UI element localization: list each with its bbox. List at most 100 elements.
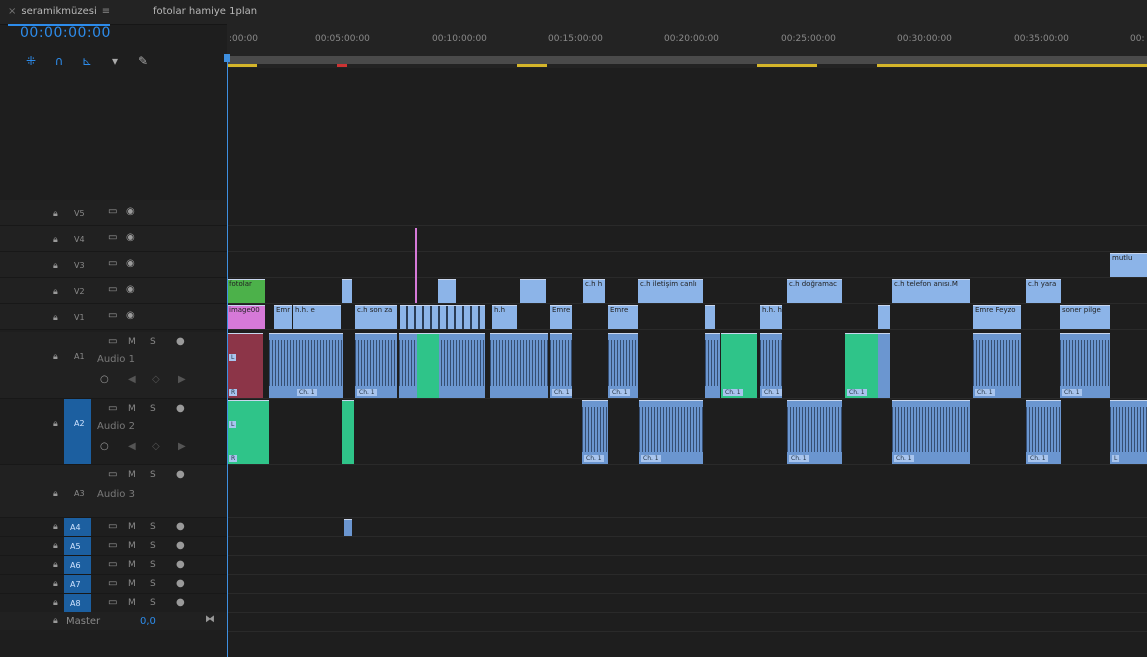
clip[interactable]: Emr <box>274 305 292 329</box>
clip[interactable]: Emre <box>608 305 638 329</box>
lock-icon[interactable]: 🔒︎ <box>53 560 62 570</box>
microphone-icon[interactable]: ● <box>176 403 185 414</box>
audio-clip[interactable]: L <box>1110 400 1147 464</box>
film-toggle-icon[interactable]: ▭ <box>108 232 117 243</box>
clip[interactable]: c.h iletişim canlı <box>638 279 703 303</box>
clip[interactable]: h.h. h <box>760 305 782 329</box>
lock-icon[interactable]: 🔒︎ <box>53 598 62 608</box>
clip[interactable] <box>878 305 890 329</box>
lock-icon[interactable]: 🔒︎ <box>53 313 62 323</box>
clip[interactable]: Emre <box>550 305 572 329</box>
audio-clip[interactable]: Ch. 1 <box>355 333 397 398</box>
lane-a4[interactable] <box>227 518 1147 537</box>
mute-button[interactable]: M <box>128 470 136 480</box>
audio-clip[interactable]: L R <box>227 400 269 464</box>
clip[interactable]: c.h doğramac <box>787 279 842 303</box>
clip[interactable] <box>520 279 546 303</box>
film-toggle-icon[interactable]: ▭ <box>108 578 117 589</box>
audio-clip[interactable]: Ch. 1 <box>1060 333 1110 398</box>
audio-clip[interactable]: Ch. 1 <box>721 333 757 398</box>
film-toggle-icon[interactable]: ▭ <box>108 336 117 347</box>
microphone-icon[interactable]: ● <box>176 559 185 570</box>
clip[interactable]: c.h telefon anısı.M <box>892 279 970 303</box>
solo-button[interactable]: S <box>150 579 156 589</box>
audio-clip[interactable]: Ch. 1 <box>787 400 842 464</box>
solo-button[interactable]: S <box>150 470 156 480</box>
playhead-handle[interactable] <box>224 54 230 62</box>
clip[interactable]: c.h yara <box>1026 279 1061 303</box>
lock-icon[interactable]: 🔒︎ <box>53 541 62 551</box>
film-toggle-icon[interactable]: ▭ <box>108 521 117 532</box>
clip[interactable]: c.h son za <box>355 305 397 329</box>
audio-clip[interactable]: Ch. 1 <box>269 333 343 398</box>
audio-clip[interactable] <box>490 333 548 398</box>
clip[interactable]: h.h. e <box>293 305 341 329</box>
audio-clip[interactable]: Ch. 1 <box>582 400 608 464</box>
microphone-icon[interactable]: ● <box>176 521 185 532</box>
audio-clip[interactable]: Ch. 1 <box>550 333 572 398</box>
lock-icon[interactable]: 🔒︎ <box>53 489 62 499</box>
lane-a7[interactable] <box>227 575 1147 594</box>
solo-button[interactable]: S <box>150 598 156 608</box>
magnet-icon[interactable]: ∩ <box>50 52 68 70</box>
lane-a5[interactable] <box>227 537 1147 556</box>
clip[interactable]: soner pilge <box>1060 305 1110 329</box>
clip[interactable]: h.h <box>492 305 517 329</box>
mute-button[interactable]: M <box>128 541 136 551</box>
clip[interactable] <box>438 279 456 303</box>
mute-button[interactable]: M <box>128 598 136 608</box>
work-area-bar[interactable] <box>227 56 1147 64</box>
film-toggle-icon[interactable]: ▭ <box>108 597 117 608</box>
audio-clip[interactable] <box>705 333 720 398</box>
add-keyframe-icon[interactable]: ◇ <box>152 441 160 452</box>
marker-icon[interactable]: ▾ <box>106 52 124 70</box>
clip[interactable]: c.h h <box>583 279 605 303</box>
lock-icon[interactable]: 🔒︎ <box>53 261 62 271</box>
clip[interactable]: mutlu <box>1110 253 1147 277</box>
lane-v3[interactable] <box>227 252 1147 278</box>
eye-icon[interactable]: ◉ <box>126 232 135 243</box>
audio-clip[interactable]: Ch. 1 <box>760 333 782 398</box>
prev-keyframe-icon[interactable]: ◀ <box>128 441 136 452</box>
film-toggle-icon[interactable]: ▭ <box>108 284 117 295</box>
eye-icon[interactable]: ◉ <box>126 258 135 269</box>
clip[interactable] <box>705 305 715 329</box>
master-volume[interactable]: 0,0 <box>140 616 156 627</box>
mute-button[interactable]: M <box>128 404 136 414</box>
clip[interactable] <box>342 279 352 303</box>
close-tab-icon[interactable]: × <box>8 6 16 17</box>
audio-clip[interactable] <box>342 400 354 464</box>
next-keyframe-icon[interactable]: ▶ <box>178 374 186 385</box>
lane-v4[interactable] <box>227 226 1147 252</box>
lock-icon[interactable]: 🔒︎ <box>53 419 62 429</box>
film-toggle-icon[interactable]: ▭ <box>108 403 117 414</box>
tab-menu-icon[interactable]: ≡ <box>102 6 110 17</box>
playhead-line[interactable] <box>227 56 228 657</box>
ripple-icon[interactable]: ⁜ <box>22 52 40 70</box>
clip[interactable] <box>400 305 485 329</box>
eye-icon[interactable]: ◉ <box>126 310 135 321</box>
collapse-arrows-icon[interactable]: ⧓ <box>205 614 215 625</box>
eye-icon[interactable]: ◉ <box>126 206 135 217</box>
clip[interactable]: image00 <box>227 305 265 329</box>
lane-v5[interactable] <box>227 200 1147 226</box>
microphone-icon[interactable]: ● <box>176 578 185 589</box>
clip[interactable]: Emre Feyzo <box>973 305 1021 329</box>
mute-button[interactable]: M <box>128 522 136 532</box>
marker-add-icon[interactable]: ⊾ <box>78 52 96 70</box>
lock-icon[interactable]: 🔒︎ <box>53 235 62 245</box>
keyframe-menu-icon[interactable]: ○ <box>100 441 109 452</box>
lock-icon[interactable]: 🔒︎ <box>53 287 62 297</box>
next-keyframe-icon[interactable]: ▶ <box>178 441 186 452</box>
audio-clip[interactable]: Ch. 1 <box>1026 400 1061 464</box>
film-toggle-icon[interactable]: ▭ <box>108 310 117 321</box>
audio-clip[interactable] <box>399 333 485 398</box>
playhead-timecode[interactable]: 00:00:00:00 <box>20 25 111 41</box>
solo-button[interactable]: S <box>150 404 156 414</box>
mute-button[interactable]: M <box>128 579 136 589</box>
lock-icon[interactable]: 🔒︎ <box>53 209 62 219</box>
microphone-icon[interactable]: ● <box>176 336 185 347</box>
solo-button[interactable]: S <box>150 560 156 570</box>
prev-keyframe-icon[interactable]: ◀ <box>128 374 136 385</box>
tab-seramikmuzesi[interactable]: × seramikmüzesi ≡ <box>8 0 111 26</box>
